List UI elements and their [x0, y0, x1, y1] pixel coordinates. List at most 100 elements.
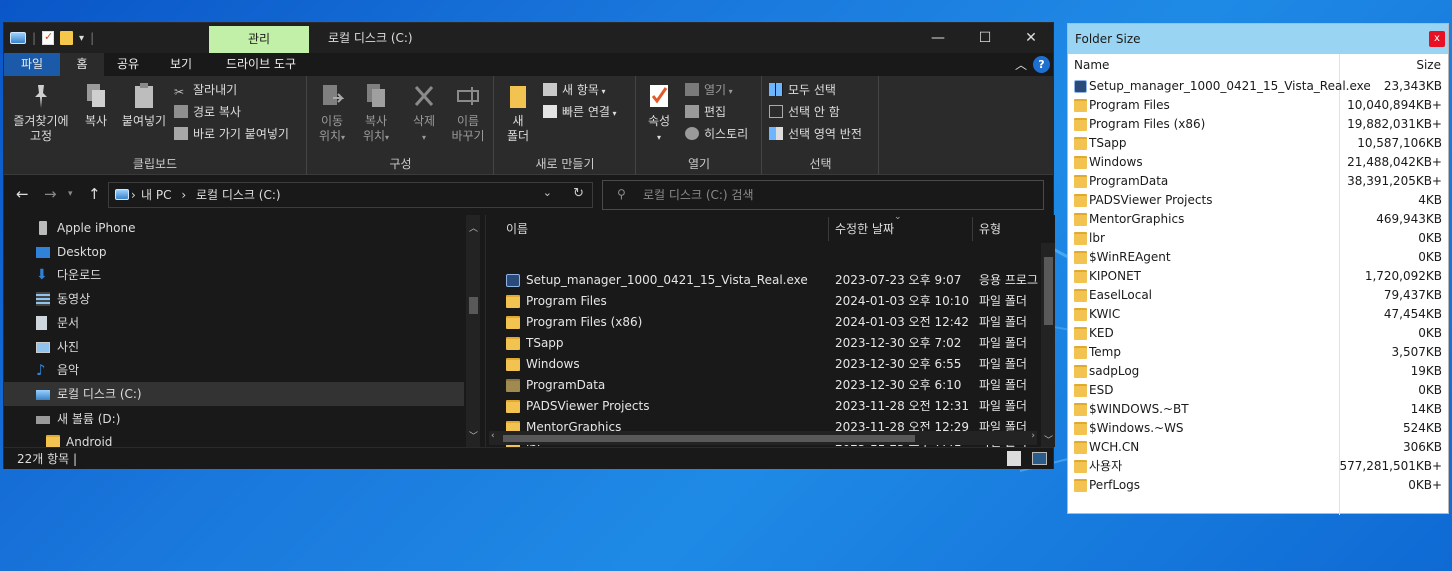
- nav-item-documents[interactable]: 문서: [4, 311, 464, 335]
- folder-size-row[interactable]: Temp 3,507KB: [1068, 343, 1448, 362]
- folder-size-row[interactable]: Setup_manager_1000_0421_15_Vista_Real.ex…: [1068, 77, 1448, 96]
- move-to-button[interactable]: 이동 위치▾: [312, 82, 352, 145]
- forward-icon[interactable]: →: [44, 185, 57, 203]
- column-header-date[interactable]: 수정한 날짜: [835, 215, 894, 243]
- collapse-ribbon-icon[interactable]: ︿: [1015, 56, 1027, 73]
- nav-item-new-volume-d[interactable]: 새 볼륨 (D:): [4, 407, 464, 431]
- address-dropdown-icon[interactable]: ⌄: [543, 186, 552, 199]
- file-row[interactable]: Windows 2023-12-30 오후 6:55 파일 폴더: [486, 354, 1041, 375]
- file-row[interactable]: Program Files (x86) 2024-01-03 오전 12:42 파일…: [486, 312, 1041, 333]
- invert-selection-button[interactable]: 선택 영역 반전: [769, 124, 862, 144]
- up-icon[interactable]: ↑: [88, 185, 101, 203]
- folder-size-row[interactable]: KWIC 47,454KB: [1068, 305, 1448, 324]
- folder-size-row[interactable]: $Windows.~WS 524KB: [1068, 419, 1448, 438]
- tab-file[interactable]: 파일: [4, 53, 60, 76]
- folder-size-row[interactable]: 사용자 577,281,501KB+: [1068, 457, 1448, 476]
- file-row[interactable]: Setup_manager_1000_0421_15_Vista_Real.ex…: [486, 270, 1041, 291]
- nav-scrollbar[interactable]: ︿ ﹀: [466, 215, 480, 447]
- folder-size-row[interactable]: $WinREAgent 0KB: [1068, 248, 1448, 267]
- edit-button[interactable]: 편집: [685, 102, 726, 122]
- folder-size-row[interactable]: PerfLogs 0KB+: [1068, 476, 1448, 495]
- scroll-down-icon[interactable]: ﹀: [1044, 433, 1053, 446]
- folder-size-row[interactable]: sadpLog 19KB: [1068, 362, 1448, 381]
- scrollbar-thumb[interactable]: [1044, 257, 1053, 325]
- address-bar[interactable]: › 내 PC › 로컬 디스크 (C:) ⌄ ↻: [108, 182, 593, 208]
- nav-item-pictures[interactable]: 사진: [4, 335, 464, 359]
- column-divider[interactable]: [972, 217, 973, 241]
- delete-button[interactable]: 삭제 ▾: [406, 82, 442, 145]
- breadcrumb-this-pc[interactable]: 내 PC: [141, 188, 171, 202]
- customize-toolbar-icon[interactable]: ▾: [79, 33, 84, 44]
- nav-item-desktop[interactable]: Desktop: [4, 240, 464, 264]
- file-row[interactable]: ProgramData 2023-12-30 오후 6:10 파일 폴더: [486, 375, 1041, 396]
- pin-to-quick-access-button[interactable]: 즐겨찾기에 고정: [10, 82, 72, 144]
- folder-size-row[interactable]: EaselLocal 79,437KB: [1068, 286, 1448, 305]
- new-folder-button[interactable]: 새 폴더: [503, 82, 533, 144]
- folder-size-row[interactable]: Program Files (x86) 19,882,031KB+: [1068, 115, 1448, 134]
- details-view-icon[interactable]: [1007, 451, 1021, 466]
- paste-button[interactable]: 붙여넣기: [118, 82, 170, 129]
- folder-size-row[interactable]: ESD 0KB: [1068, 381, 1448, 400]
- recent-locations-icon[interactable]: ▾: [68, 189, 73, 199]
- close-button[interactable]: x: [1429, 31, 1445, 47]
- file-row[interactable]: TSapp 2023-12-30 오후 7:02 파일 폴더: [486, 333, 1041, 354]
- tab-manage[interactable]: 관리: [209, 26, 309, 53]
- folder-size-row[interactable]: lbr 0KB: [1068, 229, 1448, 248]
- scroll-down-icon[interactable]: ﹀: [469, 429, 478, 442]
- nav-item-videos[interactable]: 동영상: [4, 287, 464, 311]
- close-button[interactable]: ✕: [1008, 23, 1054, 53]
- easy-access-button[interactable]: 빠른 연결 ▾: [543, 102, 617, 122]
- folder-size-row[interactable]: TSapp 10,587,106KB: [1068, 134, 1448, 153]
- folder-size-row[interactable]: WCH.CN 306KB: [1068, 438, 1448, 457]
- copy-to-button[interactable]: 복사 위치▾: [356, 82, 396, 145]
- scroll-up-icon[interactable]: ︿: [469, 221, 478, 234]
- column-header-size[interactable]: Size: [1416, 54, 1441, 76]
- properties-icon[interactable]: [42, 30, 55, 45]
- open-button[interactable]: 열기 ▾: [685, 80, 733, 100]
- column-header-type[interactable]: 유형: [979, 215, 1001, 243]
- folder-size-row[interactable]: KIPONET 1,720,092KB: [1068, 267, 1448, 286]
- nav-item-local-disk-c[interactable]: 로컬 디스크 (C:): [4, 382, 464, 406]
- tab-home[interactable]: 홈: [60, 53, 104, 76]
- tab-view[interactable]: 보기: [159, 53, 203, 76]
- column-header-name[interactable]: Name: [1074, 54, 1109, 76]
- nav-item-android[interactable]: Android: [4, 430, 464, 447]
- nav-item-music[interactable]: ♪ 음악: [4, 358, 464, 382]
- paste-shortcut-button[interactable]: 바로 가기 붙여넣기: [174, 124, 289, 144]
- folder-size-row[interactable]: PADSViewer Projects 4KB: [1068, 191, 1448, 210]
- folder-size-row[interactable]: MentorGraphics 469,943KB: [1068, 210, 1448, 229]
- breadcrumb-drive[interactable]: 로컬 디스크 (C:): [196, 188, 281, 202]
- nav-item-downloads[interactable]: ⬇ 다운로드: [4, 263, 464, 287]
- file-row[interactable]: PADSViewer Projects 2023-11-28 오전 12:31 파일…: [486, 396, 1041, 417]
- properties-button[interactable]: 속성 ▾: [643, 82, 675, 145]
- scroll-left-icon[interactable]: ‹: [491, 431, 495, 441]
- file-row[interactable]: Program Files 2024-01-03 오후 10:10 파일 폴더: [486, 291, 1041, 312]
- scroll-right-icon[interactable]: ›: [1031, 431, 1035, 441]
- file-list-vertical-scrollbar[interactable]: ﹀: [1041, 243, 1055, 447]
- folder-size-row[interactable]: Windows 21,488,042KB+: [1068, 153, 1448, 172]
- history-button[interactable]: 히스토리: [685, 124, 748, 144]
- new-folder-icon[interactable]: [60, 31, 74, 45]
- large-icons-view-icon[interactable]: [1032, 452, 1047, 465]
- cut-button[interactable]: ✂ 잘라내기: [174, 80, 237, 100]
- select-all-button[interactable]: 모두 선택: [769, 80, 836, 100]
- folder-size-row[interactable]: $WINDOWS.~BT 14KB: [1068, 400, 1448, 419]
- maximize-button[interactable]: ☐: [962, 23, 1008, 53]
- scrollbar-thumb[interactable]: [503, 435, 915, 442]
- folder-size-row[interactable]: ProgramData 38,391,205KB+: [1068, 172, 1448, 191]
- scrollbar-thumb[interactable]: [469, 297, 478, 314]
- folder-size-row[interactable]: Program Files 10,040,894KB+: [1068, 96, 1448, 115]
- copy-path-button[interactable]: 경로 복사: [174, 102, 241, 122]
- refresh-icon[interactable]: ↻: [573, 186, 584, 201]
- tab-share[interactable]: 공유: [106, 53, 150, 76]
- copy-button[interactable]: 복사: [78, 82, 114, 129]
- minimize-button[interactable]: —: [915, 23, 961, 53]
- select-none-button[interactable]: 선택 안 함: [769, 102, 840, 122]
- column-divider[interactable]: [828, 217, 829, 241]
- rename-button[interactable]: 이름 바꾸기: [446, 82, 490, 144]
- nav-item-apple-iphone[interactable]: Apple iPhone: [4, 216, 464, 240]
- folder-size-row[interactable]: KED 0KB: [1068, 324, 1448, 343]
- column-header-name[interactable]: 이름: [506, 215, 528, 243]
- new-item-button[interactable]: 새 항목 ▾: [543, 80, 606, 100]
- help-icon[interactable]: ?: [1033, 56, 1050, 73]
